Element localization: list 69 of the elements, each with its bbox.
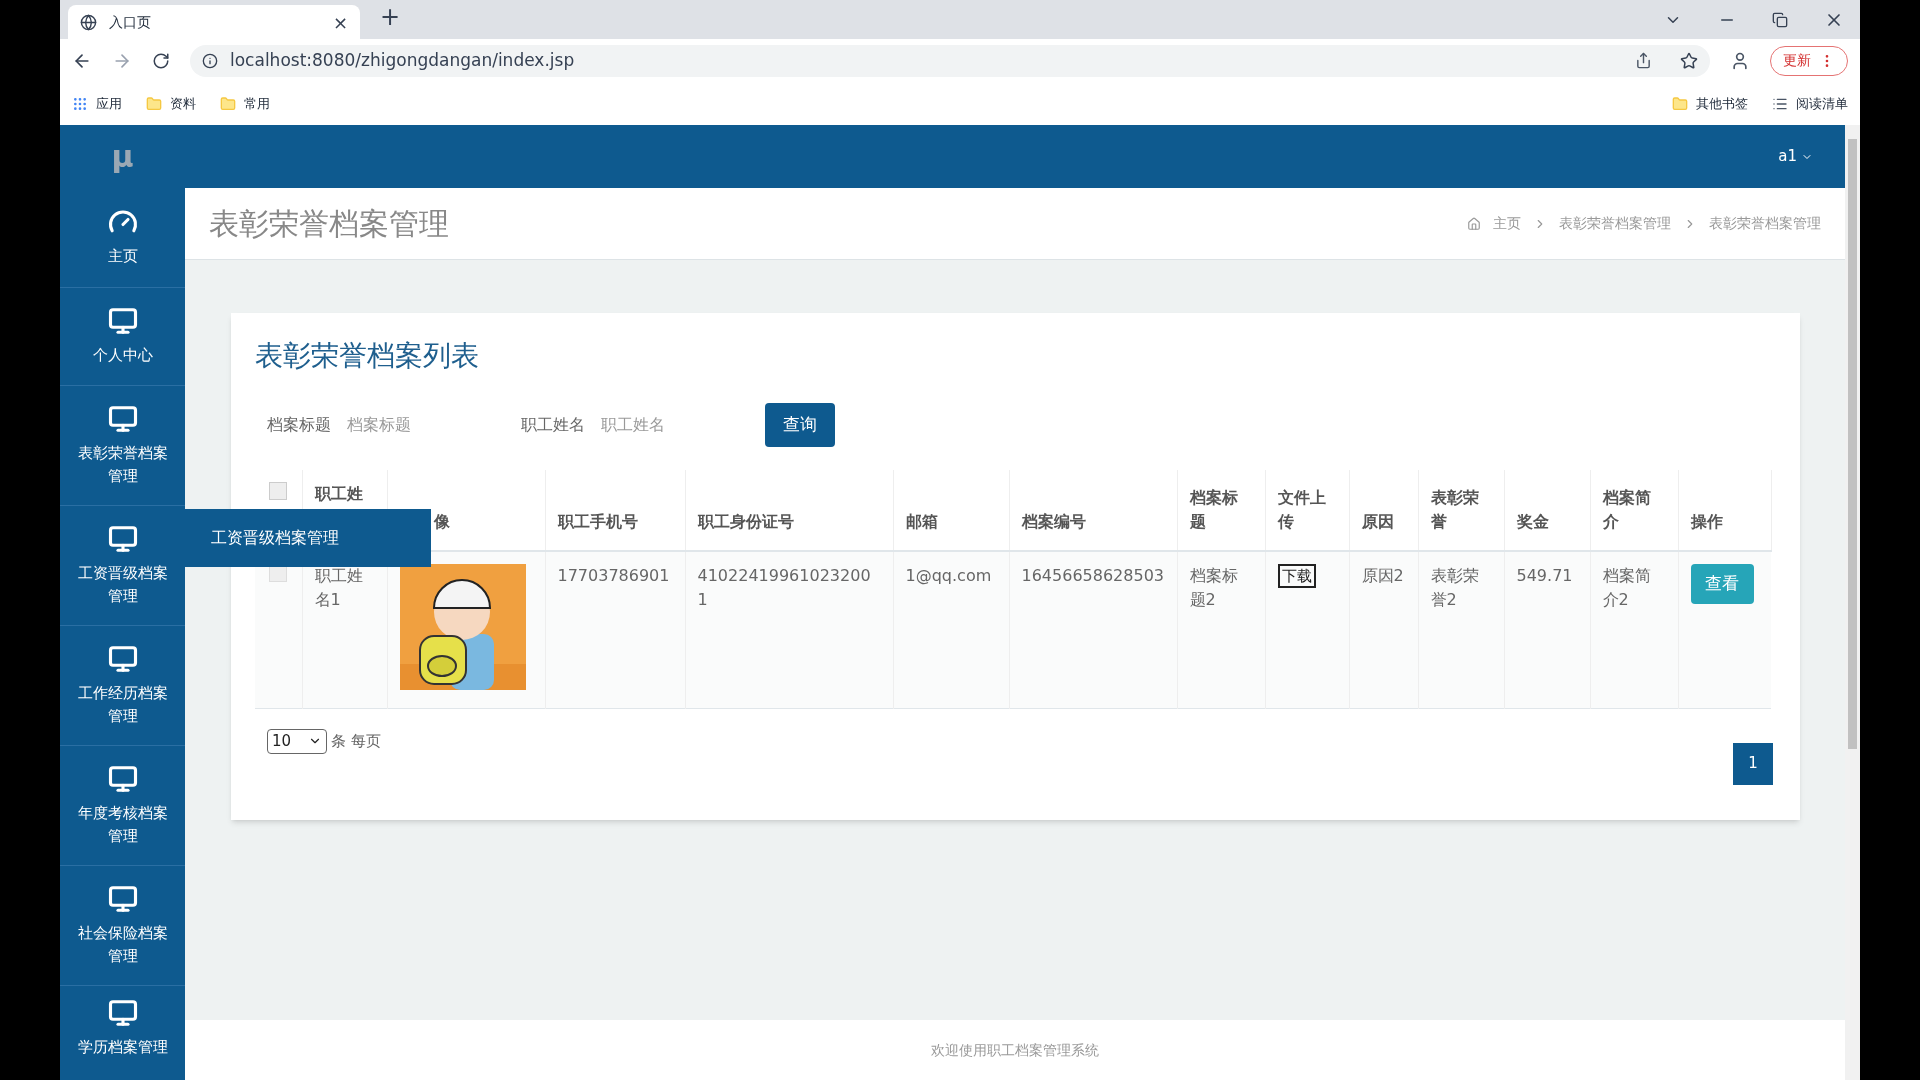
bookmark[interactable]: 阅读清单	[1772, 93, 1848, 114]
bookmark[interactable]: 应用	[72, 93, 122, 114]
browser-tab[interactable]: 入口页 ×	[68, 5, 360, 39]
folder-icon	[1672, 95, 1688, 112]
search-button[interactable]: 查询	[765, 403, 835, 447]
filter-field[interactable]: 档案标题	[347, 413, 497, 437]
column-header: 奖金	[1516, 512, 1549, 531]
table-cell: 原因2	[1361, 566, 1404, 585]
page-title: 表彰荣誉档案管理	[209, 205, 449, 243]
share-icon[interactable]	[1635, 52, 1652, 69]
page-size-select[interactable]: 10	[267, 728, 327, 754]
monitor-icon	[107, 523, 138, 554]
profile-icon[interactable]	[1730, 50, 1750, 71]
download-button[interactable]: 下载	[1277, 564, 1316, 588]
bookmark[interactable]: 资料	[146, 93, 196, 114]
new-tab-button[interactable]: +	[372, 0, 409, 35]
filter-label: 职工姓名	[520, 414, 585, 436]
folder-icon	[220, 95, 236, 112]
tab-close[interactable]: ×	[332, 8, 348, 36]
column-header: 原因	[1361, 512, 1394, 531]
column-header: 档案编号	[1021, 512, 1086, 531]
flyout-menu[interactable]: 工资晋级档案管理	[185, 509, 431, 567]
tab-title: 入口页	[109, 12, 152, 32]
monitor-icon	[107, 883, 138, 914]
globe-icon	[80, 13, 97, 31]
column-header: 档案标题	[1189, 488, 1238, 531]
table-cell: 16456658628503	[1021, 566, 1164, 585]
monitor-icon	[107, 643, 138, 674]
card-title: 表彰荣誉档案列表	[255, 338, 480, 374]
monitor-icon	[107, 763, 138, 794]
column-header: 档案简介	[1602, 488, 1651, 531]
page-button[interactable]: 1	[1733, 742, 1773, 785]
column-header: 文件上传	[1277, 488, 1326, 531]
column-header: 邮箱	[905, 512, 938, 531]
column-header: 职工姓	[314, 484, 363, 503]
table-cell: 职工姓名1	[314, 566, 363, 609]
header-checkbox[interactable]	[269, 482, 288, 500]
url-text: localhost:8080/zhigongdangan/index.jsp	[230, 48, 576, 72]
table-cell: 549.71	[1516, 566, 1573, 585]
user-menu[interactable]: a1	[1778, 145, 1813, 168]
table-cell: 表彰荣誉2	[1430, 566, 1479, 609]
filter-field[interactable]: 职工姓名	[601, 413, 751, 437]
column-header: 像	[433, 512, 450, 531]
table-cell: 档案标题2	[1189, 566, 1238, 609]
apps-grid-icon	[72, 95, 88, 112]
logo: μ	[110, 138, 135, 176]
table-cell: 1@qq.com	[905, 566, 992, 585]
monitor-icon	[107, 306, 138, 336]
column-header: 操作	[1690, 512, 1723, 531]
monitor-icon	[107, 998, 138, 1028]
column-header: 职工身份证号	[697, 512, 794, 531]
footer-text: 欢迎使用职工档案管理系统	[931, 1040, 1099, 1060]
home-icon	[1467, 216, 1481, 231]
column-header: 表彰荣誉	[1430, 488, 1479, 531]
page-size-label: 条 每页	[331, 730, 381, 752]
info-icon	[202, 52, 218, 69]
bookmark[interactable]: 常用	[220, 93, 270, 114]
restore-icon[interactable]	[1772, 11, 1788, 28]
bookmark[interactable]: 其他书签	[1672, 93, 1748, 114]
table-cell: 17703786901	[557, 566, 670, 585]
address-bar[interactable]: localhost:8080/zhigongdangan/index.jsp	[190, 44, 1710, 77]
column-header: 职工手机号	[557, 512, 638, 531]
filter-label: 档案标题	[266, 414, 331, 436]
folder-icon	[146, 95, 162, 112]
table-cell: 410224199610232001	[697, 566, 871, 609]
reload-icon[interactable]	[152, 51, 170, 70]
star-icon[interactable]	[1680, 51, 1698, 70]
table-cell: 档案简介2	[1602, 566, 1651, 609]
monitor-icon	[107, 403, 138, 434]
